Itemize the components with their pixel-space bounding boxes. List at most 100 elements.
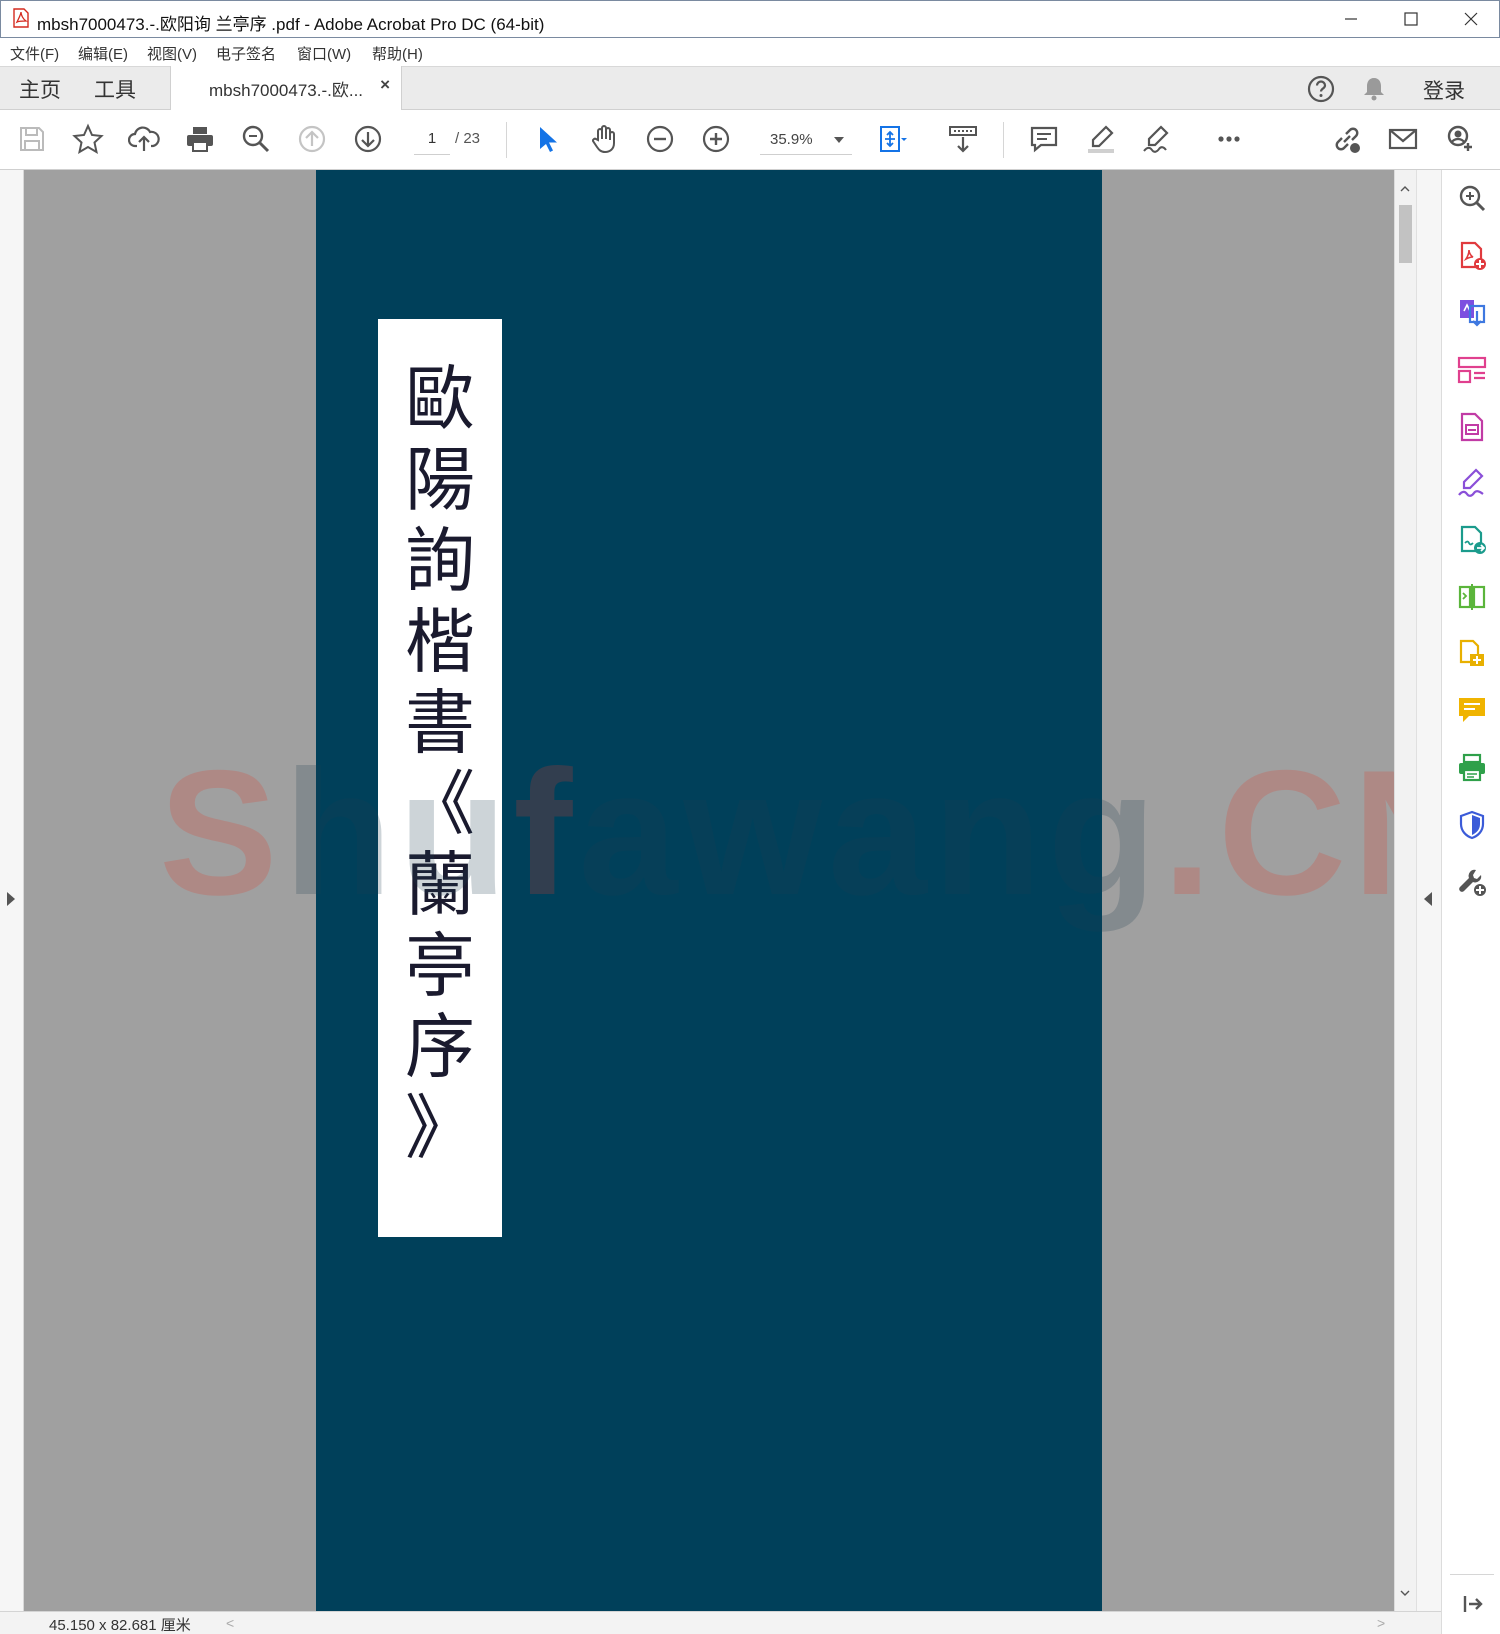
chevron-right-icon [7,892,15,906]
sign-button[interactable] [1140,122,1174,156]
acrobat-app-icon [13,8,29,28]
zoom-out-icon [646,125,674,153]
send-for-signature-tool[interactable] [1456,524,1488,556]
highlight-icon [1088,125,1114,153]
scroll-up-icon[interactable] [1400,184,1410,194]
zoom-value: 35.9% [770,131,813,148]
combine-files-icon [1459,639,1484,666]
scroll-mode-button[interactable] [946,122,980,156]
login-button[interactable]: 登录 [1423,75,1465,105]
notification-bell-icon[interactable] [1358,73,1390,105]
share-link-button[interactable] [1330,122,1364,156]
menu-e-sign[interactable]: 电子签名 [216,43,276,64]
zoom-out-button[interactable] [643,122,677,156]
watermark: Shufawang.CN [159,733,1394,932]
edit-pdf-tool[interactable] [1456,411,1488,443]
hand-tool-button[interactable] [587,122,621,156]
tab-bar: 主页 工具 mbsh7000473.-.欧... × 登录 [0,66,1500,111]
email-icon [1388,128,1418,150]
search-zoom-icon [242,125,270,153]
print-production-tool[interactable] [1456,752,1488,784]
page-number-input[interactable]: 1 [414,124,450,155]
bookmark-star-icon [72,123,104,155]
document-tab-label: mbsh7000473.-.欧... [209,81,364,100]
save-icon [20,127,44,151]
print-icon [187,127,213,152]
export-pdf-icon [1460,300,1486,327]
sign-icon [1143,125,1169,153]
more-tools-button[interactable] [1212,122,1246,156]
print-production-icon [1459,753,1485,782]
close-window-button[interactable] [1441,1,1500,37]
add-user-icon [1447,125,1472,151]
share-user-button[interactable] [1442,122,1476,156]
document-area: 歐 陽 詢 楷 書 《 蘭 亭 序 》 Shufawang.CN [0,170,1441,1611]
help-icon[interactable] [1305,73,1337,105]
scroll-mode-icon [949,126,977,153]
scrollbar-thumb[interactable] [1399,205,1412,263]
scroll-right-icon[interactable]: > [1377,1615,1385,1631]
enhance-scan-icon [1459,185,1486,212]
minimize-icon [1345,18,1357,20]
upload-button[interactable] [127,122,161,156]
title-bar: mbsh7000473.-.欧阳询 兰亭序 .pdf - Adobe Acrob… [0,0,1500,38]
organize-pages-tool[interactable] [1456,354,1488,386]
send-for-signature-icon [1460,525,1486,554]
comment-tool-icon [1459,698,1485,722]
zoom-select[interactable]: 35.9% [760,124,852,155]
right-pane-toggle[interactable] [1416,170,1441,1611]
bookmark-button[interactable] [71,122,105,156]
menu-view[interactable]: 视图(V) [147,43,197,64]
fill-sign-icon [1458,468,1484,497]
menu-window[interactable]: 窗口(W) [297,43,351,64]
combine-files-tool[interactable] [1456,638,1488,670]
enhance-scan-tool[interactable] [1456,182,1488,214]
protect-icon [1459,810,1485,840]
more-tools-pane-button[interactable] [1456,866,1488,898]
tab-tools[interactable]: 工具 [94,74,136,104]
previous-page-button[interactable] [295,122,329,156]
save-button[interactable] [15,122,49,156]
fit-page-icon [880,126,907,152]
tab-home[interactable]: 主页 [19,74,61,104]
document-canvas[interactable]: 歐 陽 詢 楷 書 《 蘭 亭 序 》 Shufawang.CN [24,170,1394,1611]
comment-tool[interactable] [1456,694,1488,726]
fill-sign-tool[interactable] [1456,467,1488,499]
scroll-down-icon[interactable] [1400,1588,1410,1598]
menu-edit[interactable]: 编辑(E) [78,43,128,64]
collapse-pane-button[interactable] [1456,1588,1488,1620]
vertical-scrollbar[interactable] [1394,170,1416,1611]
tools-pane-divider [1450,1574,1494,1575]
next-page-button[interactable] [351,122,385,156]
menu-help[interactable]: 帮助(H) [372,43,423,64]
left-panel-toggle[interactable] [0,170,24,1611]
select-tool-button[interactable] [530,122,564,156]
tab-document[interactable]: mbsh7000473.-.欧... × [170,66,402,111]
email-button[interactable] [1386,122,1420,156]
fit-page-button[interactable] [875,122,909,156]
collapse-pane-icon [1463,1596,1483,1612]
close-icon [1464,12,1478,26]
search-button[interactable] [239,122,273,156]
next-page-icon [354,125,382,153]
protect-tool[interactable] [1456,809,1488,841]
scroll-left-icon[interactable]: < [226,1615,234,1631]
export-pdf-tool[interactable] [1456,297,1488,329]
main-toolbar: 1 / 23 35.9% [0,110,1500,170]
more-tools-icon [1459,869,1486,896]
comment-button[interactable] [1027,122,1061,156]
prev-page-icon [298,125,326,153]
maximize-button[interactable] [1381,1,1441,37]
compare-files-tool[interactable] [1456,581,1488,613]
highlight-button[interactable] [1084,122,1118,156]
menu-file[interactable]: 文件(F) [10,43,59,64]
compare-files-icon [1458,584,1486,610]
zoom-in-button[interactable] [699,122,733,156]
zoom-in-icon [702,125,730,153]
minimize-button[interactable] [1321,1,1381,37]
close-tab-button[interactable]: × [380,75,390,95]
print-button[interactable] [183,122,217,156]
create-pdf-icon [1460,241,1486,270]
status-bar: 45.150 x 82.681 厘米 < > [0,1611,1441,1634]
create-pdf-tool[interactable] [1456,240,1488,272]
